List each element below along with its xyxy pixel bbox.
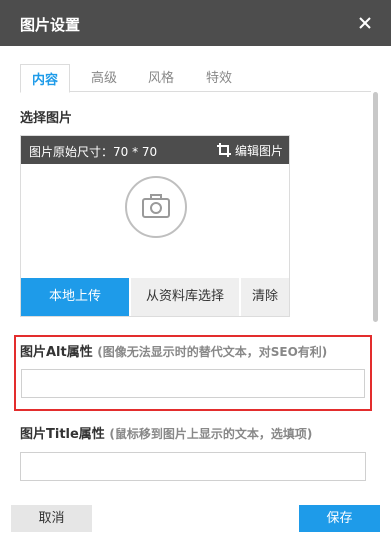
close-button[interactable] [352, 10, 378, 36]
title-attribute-input[interactable] [20, 452, 366, 481]
tab-content[interactable]: 内容 [20, 64, 70, 93]
alt-attribute-input[interactable] [21, 369, 365, 398]
image-info-bar: 图片原始尺寸：70 * 70 编辑图片 [21, 136, 289, 164]
clear-button[interactable]: 清除 [241, 278, 289, 316]
tab-advanced[interactable]: 高级 [91, 67, 117, 92]
alt-attribute-hint: (图像无法显示时的替代文本，对SEO有利) [97, 345, 328, 359]
tab-effects[interactable]: 特效 [206, 67, 232, 92]
edit-image-label: 编辑图片 [235, 144, 284, 158]
tab-style[interactable]: 风格 [148, 67, 174, 92]
cancel-button[interactable]: 取消 [11, 505, 92, 532]
image-settings-dialog: 图片设置 内容 高级 风格 特效 选择图片 图片原始尺寸：70 * 70 编辑图… [0, 0, 391, 543]
title-attribute-title: 图片Title属性 [20, 427, 105, 442]
dialog-footer: 取消 保存 [0, 495, 391, 543]
title-attribute-label: 图片Title属性 (鼠标移到图片上显示的文本，选填项) [20, 423, 312, 442]
dialog-title: 图片设置 [20, 16, 81, 34]
save-button[interactable]: 保存 [299, 505, 380, 532]
close-icon [359, 17, 371, 29]
scrollbar-thumb[interactable] [373, 92, 378, 322]
alt-attribute-title: 图片Alt属性 [20, 345, 93, 360]
alt-attribute-label: 图片Alt属性 (图像无法显示时的替代文本，对SEO有利) [20, 341, 327, 360]
library-select-button[interactable]: 从资料库选择 [131, 278, 239, 316]
content-scroll-area: 选择图片 图片原始尺寸：70 * 70 编辑图片 本地上传 从资料库选择 清除 … [0, 92, 391, 492]
tab-bar: 内容 高级 风格 特效 [20, 64, 371, 93]
image-placeholder[interactable] [125, 176, 187, 238]
title-attribute-hint: (鼠标移到图片上显示的文本，选填项) [109, 427, 313, 441]
local-upload-button[interactable]: 本地上传 [21, 278, 129, 316]
crop-icon [217, 143, 231, 157]
camera-icon [142, 194, 170, 218]
edit-image-button[interactable]: 编辑图片 [217, 142, 283, 159]
select-image-label: 选择图片 [20, 111, 73, 126]
original-size-text: 图片原始尺寸：70 * 70 [29, 145, 158, 159]
image-source-buttons: 本地上传 从资料库选择 清除 [21, 278, 289, 316]
dialog-titlebar: 图片设置 [0, 0, 391, 46]
image-preview-box: 图片原始尺寸：70 * 70 编辑图片 本地上传 从资料库选择 清除 [20, 135, 290, 317]
